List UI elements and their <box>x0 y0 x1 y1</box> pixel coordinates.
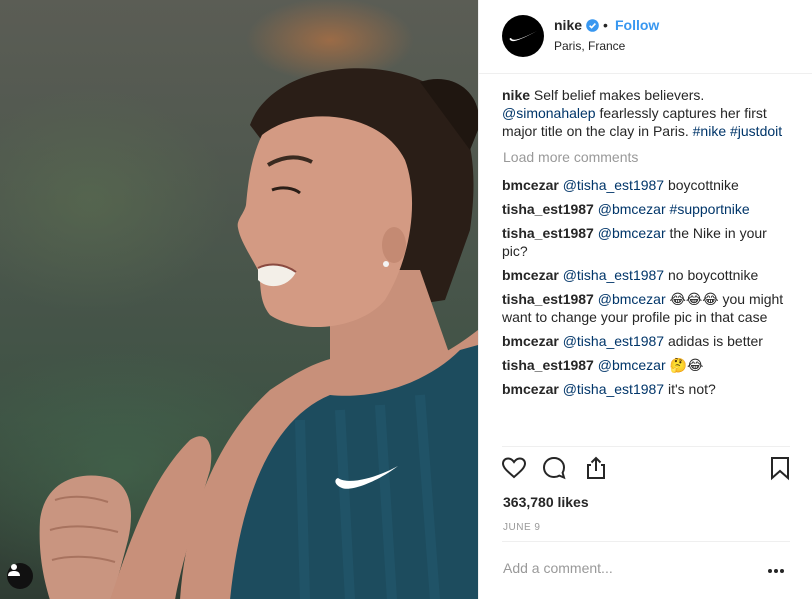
divider <box>502 541 790 542</box>
add-comment-input[interactable]: Add a comment... <box>503 560 613 576</box>
nike-swoosh-icon <box>509 31 537 42</box>
post-location[interactable]: Paris, France <box>554 39 625 53</box>
comment-item: bmcezar @tisha_est1987 it's not? <box>502 380 792 398</box>
more-dots-icon[interactable] <box>767 568 785 574</box>
comment-text: no boycottnike <box>667 267 759 283</box>
comment-item: tisha_est1987 @bmcezar the Nike in your … <box>502 224 792 260</box>
comment-username[interactable]: tisha_est1987 <box>502 357 594 373</box>
post-caption: nike Self belief makes believers. @simon… <box>502 86 792 140</box>
avatar[interactable] <box>502 15 544 57</box>
post-username[interactable]: nike <box>554 17 582 33</box>
post-details-panel: nike • Follow Paris, France nike Self be… <box>478 0 812 599</box>
comment-mention[interactable]: @bmcezar <box>598 225 666 241</box>
caption-text-1: Self belief makes believers. <box>533 87 705 103</box>
post-header: nike • Follow Paris, France <box>479 0 812 74</box>
tennis-player-illustration <box>39 68 478 599</box>
comment-username[interactable]: tisha_est1987 <box>502 291 594 307</box>
user-tag-icon <box>8 564 20 576</box>
separator-dot: • <box>603 17 608 33</box>
comment-bubble-icon[interactable] <box>541 455 567 481</box>
heart-icon[interactable] <box>501 455 527 481</box>
comment-username[interactable]: bmcezar <box>502 333 559 349</box>
comment-text: adidas is better <box>667 333 763 349</box>
comment-mention[interactable]: @tisha_est1987 <box>563 267 664 283</box>
user-tag-button[interactable] <box>7 563 33 589</box>
comment-mention[interactable]: @bmcezar <box>598 357 666 373</box>
comment-item: bmcezar @tisha_est1987 no boycottnike <box>502 266 792 284</box>
comment-mention[interactable]: @tisha_est1987 <box>563 381 664 397</box>
comment-mention[interactable]: @tisha_est1987 <box>563 333 664 349</box>
comment-text: 🤔😂 <box>669 357 704 373</box>
caption-hashtag[interactable]: #justdoit <box>730 123 782 139</box>
comment-username[interactable]: bmcezar <box>502 381 559 397</box>
verified-badge-icon <box>586 19 599 32</box>
caption-hashtag[interactable]: #nike <box>693 123 726 139</box>
comment-text: boycottnike <box>667 177 739 193</box>
bookmark-icon[interactable] <box>767 455 793 481</box>
divider <box>502 446 790 447</box>
comment-mention[interactable]: @tisha_est1987 <box>563 177 664 193</box>
comment-item: bmcezar @tisha_est1987 adidas is better <box>502 332 792 350</box>
load-more-comments-button[interactable]: Load more comments <box>503 148 792 166</box>
comment-username[interactable]: tisha_est1987 <box>502 201 594 217</box>
comment-item: tisha_est1987 @bmcezar 🤔😂 <box>502 356 792 374</box>
comment-text: it's not? <box>667 381 716 397</box>
comment-username[interactable]: bmcezar <box>502 177 559 193</box>
comment-item: tisha_est1987 @bmcezar #supportnike <box>502 200 792 218</box>
share-icon[interactable] <box>583 455 609 481</box>
comment-mention[interactable]: @bmcezar <box>598 291 666 307</box>
comment-hashtag[interactable]: #supportnike <box>670 201 750 217</box>
comments-list[interactable]: nike Self belief makes believers. @simon… <box>502 86 792 444</box>
likes-count[interactable]: 363,780 likes <box>503 494 589 510</box>
comment-item: tisha_est1987 @bmcezar 😂😂😂 you might wan… <box>502 290 792 326</box>
comment-username[interactable]: tisha_est1987 <box>502 225 594 241</box>
comment-item: bmcezar @tisha_est1987 boycottnike <box>502 176 792 194</box>
post-photo[interactable] <box>0 0 478 599</box>
post-actions <box>501 455 793 485</box>
comment-username[interactable]: bmcezar <box>502 267 559 283</box>
comment-mention[interactable]: @bmcezar <box>598 201 666 217</box>
post-date[interactable]: JUNE 9 <box>503 522 540 533</box>
follow-button[interactable]: Follow <box>615 17 659 33</box>
caption-mention[interactable]: @simonahalep <box>502 105 596 121</box>
caption-username[interactable]: nike <box>502 87 530 103</box>
